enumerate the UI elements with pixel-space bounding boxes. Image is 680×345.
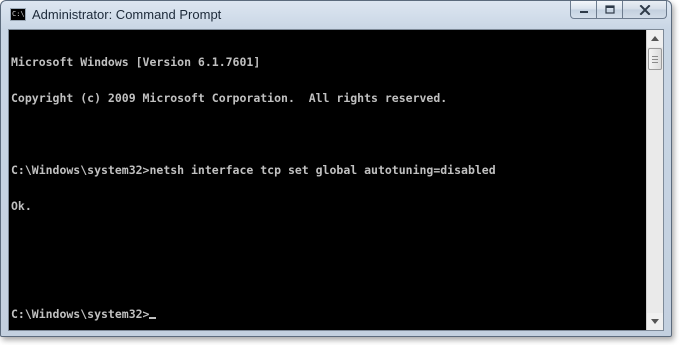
console-frame: Microsoft Windows [Version 6.1.7601] Cop… <box>8 29 664 331</box>
vertical-scrollbar[interactable] <box>646 30 663 330</box>
thumb-grip <box>652 55 658 57</box>
console-output[interactable]: Microsoft Windows [Version 6.1.7601] Cop… <box>9 30 647 330</box>
window-title: Administrator: Command Prompt <box>32 7 222 22</box>
scroll-down-button[interactable] <box>647 313 663 330</box>
console-line: Microsoft Windows [Version 6.1.7601] <box>11 55 261 69</box>
console-prompt-line: C:\Windows\system32> <box>11 308 647 320</box>
caption-buttons <box>570 1 667 19</box>
scroll-up-button[interactable] <box>647 30 663 47</box>
command-prompt-window: C:\ Administrator: Command Prompt Micros… <box>0 0 672 337</box>
console-line: Ok. <box>11 199 32 213</box>
title-bar[interactable]: C:\ Administrator: Command Prompt <box>1 1 671 29</box>
arrow-up-icon <box>651 36 659 41</box>
scrollbar-thumb[interactable] <box>648 48 662 70</box>
text-cursor <box>149 317 157 319</box>
close-button[interactable] <box>623 1 667 19</box>
console-line: Copyright (c) 2009 Microsoft Corporation… <box>11 91 448 105</box>
minimize-icon <box>579 10 588 13</box>
close-icon <box>639 4 650 15</box>
maximize-icon <box>604 4 615 14</box>
console-prompt: C:\Windows\system32> <box>11 307 150 321</box>
cmd-console-icon[interactable]: C:\ <box>10 8 26 21</box>
maximize-button[interactable] <box>597 1 623 19</box>
app-icon-glyph: C:\ <box>12 10 25 18</box>
thumb-grip <box>652 58 658 60</box>
console-line: C:\Windows\system32>netsh interface tcp … <box>11 163 496 177</box>
minimize-button[interactable] <box>570 1 597 19</box>
arrow-down-icon <box>651 319 659 324</box>
thumb-grip <box>652 61 658 63</box>
